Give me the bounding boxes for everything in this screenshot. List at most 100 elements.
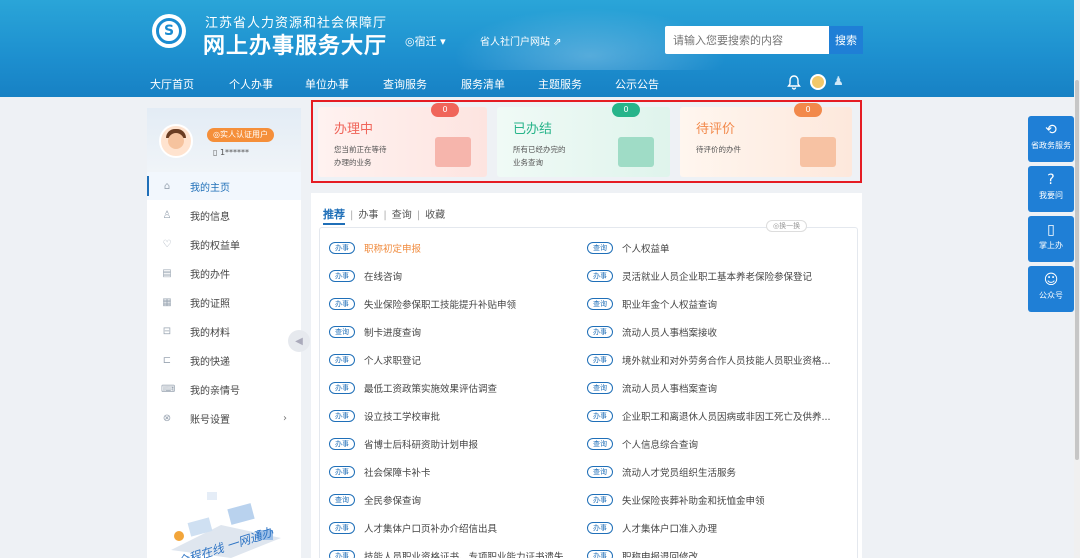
service-link[interactable]: 流动人员人事档案接收 <box>622 325 717 339</box>
avatar[interactable] <box>159 124 193 158</box>
service-link[interactable]: 在线咨询 <box>364 269 402 283</box>
scrollbar-thumb[interactable] <box>1075 80 1079 460</box>
site-header: S 江苏省人力资源和社会保障厅 网上办事服务大厅 ◎宿迁 ▾ 省人社门户网站 ⇗… <box>0 0 1080 97</box>
service-link[interactable]: 社会保障卡补卡 <box>364 465 431 479</box>
bell-icon[interactable] <box>786 74 802 90</box>
service-item[interactable]: 办事 失业保险丧葬补助金和抚恤金申领 <box>587 492 765 508</box>
service-link[interactable]: 制卡进度查询 <box>364 325 421 339</box>
service-link[interactable]: 境外就业和对外劳务合作人员技能人员职业资格... <box>622 353 831 367</box>
service-item[interactable]: 办事 灵活就业人员企业职工基本养老保险参保登记 <box>587 268 812 284</box>
service-item[interactable]: 办事 省博士后科研资助计划申报 <box>329 436 478 452</box>
service-link[interactable]: 个人求职登记 <box>364 353 421 367</box>
service-link[interactable]: 人才集体户口页补办介绍信出具 <box>364 521 497 535</box>
service-item[interactable]: 查询 职业年金个人权益查询 <box>587 296 717 312</box>
question-icon: ? <box>1047 172 1055 188</box>
service-item[interactable]: 查询 流动人才党员组织生活服务 <box>587 464 736 480</box>
service-item[interactable]: 办事 在线咨询 <box>329 268 402 284</box>
sidebar-item-2[interactable]: ♙ 我的信息 <box>147 201 301 229</box>
service-item[interactable]: 办事 失业保险参保职工技能提升补贴申领 <box>329 296 516 312</box>
service-link[interactable]: 灵活就业人员企业职工基本养老保险参保登记 <box>622 269 812 283</box>
service-link[interactable]: 全民参保查询 <box>364 493 421 507</box>
service-item[interactable]: 查询 个人权益单 <box>587 240 670 256</box>
service-link[interactable]: 人才集体户口准入办理 <box>622 521 717 535</box>
service-link[interactable]: 职业年金个人权益查询 <box>622 297 717 311</box>
nav-query[interactable]: 查询服务 <box>383 76 427 92</box>
service-link[interactable]: 企业职工和离退休人员因病或非因工死亡及供养... <box>622 409 831 423</box>
nav-theme[interactable]: 主题服务 <box>538 76 582 92</box>
sidebar-item-5[interactable]: ▦ 我的证照 <box>147 288 301 316</box>
shield-icon: ♡ <box>162 238 172 250</box>
service-item[interactable]: 办事 职称申报退回修改 <box>587 548 698 558</box>
service-item[interactable]: 查询 个人信息综合查询 <box>587 436 698 452</box>
user-icon[interactable]: ♟ <box>833 74 847 90</box>
search-button[interactable]: 搜索 <box>829 26 863 54</box>
user-avatar[interactable] <box>810 74 826 90</box>
service-item[interactable]: 办事 人才集体户口页补办介绍信出具 <box>329 520 497 536</box>
tab-favorite[interactable]: 收藏 <box>425 206 445 221</box>
tab-query[interactable]: 查询 <box>392 206 412 221</box>
float-button-1[interactable]: ⟲ 省政务服务 <box>1028 116 1074 162</box>
nav-unit[interactable]: 单位办事 <box>305 76 349 92</box>
sidebar-item-8[interactable]: ⌨ 我的亲情号 <box>147 375 301 403</box>
service-link[interactable]: 最低工资政策实施效果评估调查 <box>364 381 497 395</box>
profile-card: ◎实人认证用户 ▯ 1****** <box>147 108 301 172</box>
sidebar-item-label: 我的主页 <box>190 182 230 194</box>
search-input[interactable] <box>665 26 829 54</box>
sidebar-collapse-button[interactable]: ◀ <box>288 330 310 352</box>
service-item[interactable]: 查询 全民参保查询 <box>329 492 421 508</box>
float-button-2[interactable]: ? 我要问 <box>1028 166 1074 212</box>
nav-home[interactable]: 大厅首页 <box>150 76 194 92</box>
nav-notice[interactable]: 公示公告 <box>615 76 659 92</box>
portal-link[interactable]: 省人社门户网站 ⇗ <box>480 33 562 48</box>
sidebar-item-4[interactable]: ▤ 我的办件 <box>147 259 301 287</box>
settings-icon: ⊗ <box>162 412 172 424</box>
service-link[interactable]: 技能人员职业资格证书、专项职业能力证书遗失... <box>364 549 573 558</box>
gov-service-icon: ⟲ <box>1045 122 1057 138</box>
service-item[interactable]: 办事 人才集体户口准入办理 <box>587 520 717 536</box>
user-icon: ♙ <box>162 209 172 221</box>
city-selector[interactable]: ◎宿迁 ▾ <box>405 33 446 49</box>
service-link[interactable]: 流动人员人事档案查询 <box>622 381 717 395</box>
nav-service-list[interactable]: 服务清单 <box>461 76 505 92</box>
float-button-label: 省政务服务 <box>1031 141 1071 150</box>
float-button-label: 公众号 <box>1039 291 1063 300</box>
service-link[interactable]: 职称初定申报 <box>364 241 421 255</box>
site-logo[interactable]: S <box>152 14 186 48</box>
sidebar-item-9[interactable]: ⊗ 账号设置 › <box>147 404 301 432</box>
sidebar-item-1[interactable]: ⌂ 我的主页 <box>147 172 301 200</box>
service-type-tag: 查询 <box>587 242 613 254</box>
sidebar-item-7[interactable]: ⊏ 我的快递 <box>147 346 301 374</box>
service-item[interactable]: 办事 个人求职登记 <box>329 352 421 368</box>
service-item[interactable]: 办事 职称初定申报 <box>329 240 421 256</box>
page-scrollbar[interactable] <box>1074 0 1080 558</box>
float-button-3[interactable]: ▯ 掌上办 <box>1028 216 1074 262</box>
refresh-button[interactable]: ◎换一换 <box>766 220 808 232</box>
service-link[interactable]: 个人权益单 <box>622 241 670 255</box>
service-link[interactable]: 设立技工学校审批 <box>364 409 440 423</box>
service-type-tag: 办事 <box>329 270 355 282</box>
service-item[interactable]: 办事 境外就业和对外劳务合作人员技能人员职业资格... <box>587 352 831 368</box>
service-type-tag: 办事 <box>329 298 355 310</box>
service-link[interactable]: 个人信息综合查询 <box>622 437 698 451</box>
service-item[interactable]: 查询 流动人员人事档案查询 <box>587 380 717 396</box>
service-item[interactable]: 办事 设立技工学校审批 <box>329 408 440 424</box>
service-link[interactable]: 失业保险丧葬补助金和抚恤金申领 <box>622 493 765 507</box>
service-link[interactable]: 省博士后科研资助计划申报 <box>364 437 478 451</box>
sidebar-item-3[interactable]: ♡ 我的权益单 <box>147 230 301 258</box>
service-item[interactable]: 办事 流动人员人事档案接收 <box>587 324 717 340</box>
service-item[interactable]: 查询 制卡进度查询 <box>329 324 421 340</box>
service-item[interactable]: 办事 最低工资政策实施效果评估调查 <box>329 380 497 396</box>
service-link[interactable]: 失业保险参保职工技能提升补贴申领 <box>364 297 516 311</box>
service-link[interactable]: 职称申报退回修改 <box>622 549 698 558</box>
float-button-4[interactable]: ☺ 公众号 <box>1028 266 1074 312</box>
nav-personal[interactable]: 个人办事 <box>229 76 273 92</box>
service-item[interactable]: 办事 企业职工和离退休人员因病或非因工死亡及供养... <box>587 408 831 424</box>
service-item[interactable]: 办事 技能人员职业资格证书、专项职业能力证书遗失... <box>329 548 573 558</box>
service-link[interactable]: 流动人才党员组织生活服务 <box>622 465 736 479</box>
service-type-tag: 查询 <box>329 494 355 506</box>
tab-handle[interactable]: 办事 <box>358 206 378 221</box>
sidebar-item-6[interactable]: ⊟ 我的材料 <box>147 317 301 345</box>
tab-recommend[interactable]: 推荐 <box>323 206 345 222</box>
service-type-tag: 办事 <box>329 242 355 254</box>
service-item[interactable]: 办事 社会保障卡补卡 <box>329 464 431 480</box>
